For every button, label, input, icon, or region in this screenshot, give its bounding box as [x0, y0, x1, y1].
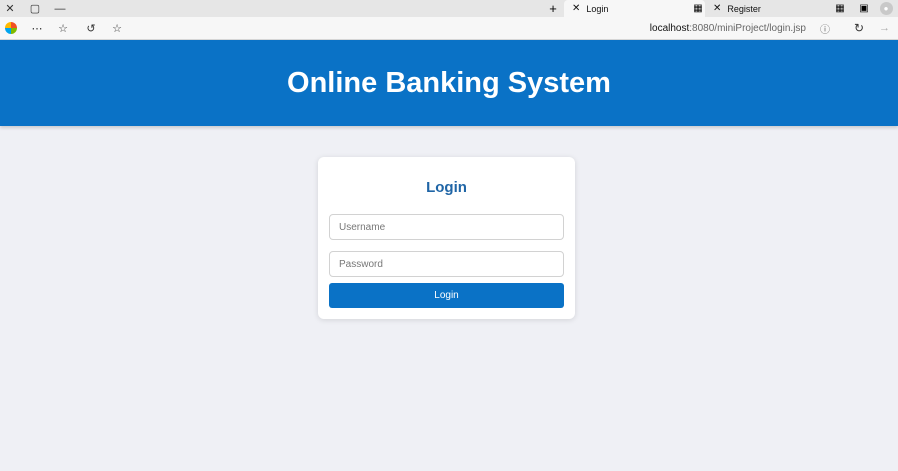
- tab-close-icon[interactable]: ✕: [572, 3, 580, 14]
- more-icon[interactable]: ⋯: [26, 17, 48, 39]
- tab-label: Register: [727, 3, 761, 14]
- reload-icon[interactable]: ↻: [854, 19, 864, 37]
- url-host: localhost: [649, 22, 690, 34]
- sidebar-icon[interactable]: ▣: [856, 1, 872, 16]
- close-window-icon[interactable]: ✕: [0, 0, 20, 17]
- address-bar[interactable]: localhost:8080/miniProject/login.jsp: [650, 19, 806, 37]
- tab-favicon-icon: ▦: [693, 3, 703, 14]
- info-icon[interactable]: ⓘ: [820, 19, 830, 37]
- forward-icon[interactable]: →: [879, 19, 890, 37]
- collections-icon[interactable]: ↺: [80, 17, 102, 39]
- login-card: Login Login: [318, 157, 575, 319]
- browser-toolbar: ⋯ ☆ ↺ ☆ localhost:8080/miniProject/login…: [0, 17, 898, 40]
- tab-register[interactable]: ✕ Register: [705, 0, 831, 17]
- avatar: ●: [879, 2, 893, 15]
- tab-favicon-icon: ▦: [835, 3, 845, 14]
- profile-icon[interactable]: ●: [878, 1, 894, 16]
- login-heading: Login: [426, 179, 467, 196]
- password-input[interactable]: [329, 251, 564, 277]
- minimize-window-icon[interactable]: —: [50, 0, 70, 17]
- star-icon[interactable]: ☆: [106, 17, 128, 39]
- page-title: Online Banking System: [287, 66, 611, 99]
- login-button[interactable]: Login: [329, 283, 564, 308]
- favorites-icon[interactable]: ☆: [52, 17, 74, 39]
- tab-close-icon[interactable]: ✕: [713, 3, 721, 14]
- page-header: Online Banking System: [0, 40, 898, 126]
- tab-login[interactable]: ✕ Login: [564, 0, 705, 17]
- restore-window-icon[interactable]: ▢: [25, 0, 45, 17]
- url-path: :8080/miniProject/login.jsp: [689, 22, 806, 34]
- new-tab-icon[interactable]: +: [544, 0, 562, 17]
- tab-label: Login: [586, 3, 609, 14]
- browser-logo-icon[interactable]: [0, 17, 22, 39]
- username-input[interactable]: [329, 214, 564, 240]
